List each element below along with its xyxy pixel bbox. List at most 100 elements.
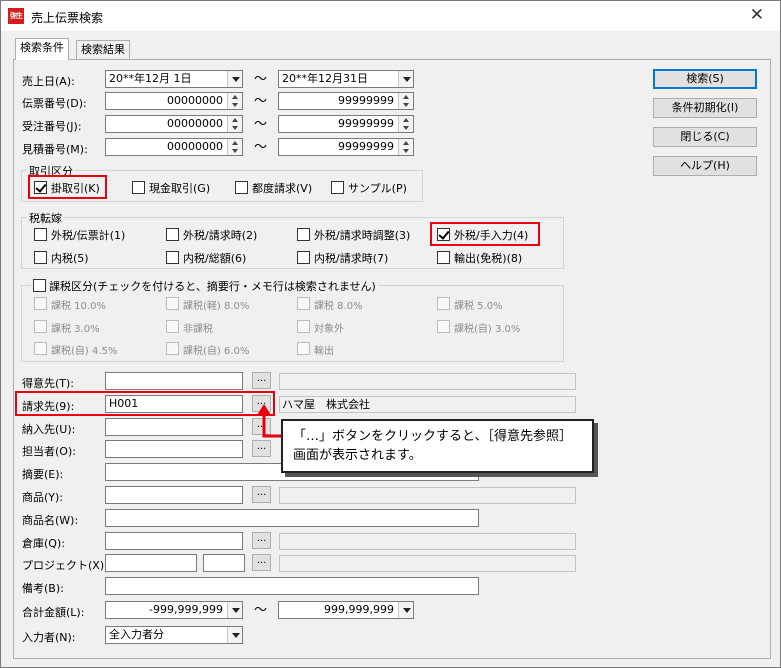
tax-class-checkbox-11 xyxy=(297,342,310,355)
trade-each-invoice-checkbox[interactable] xyxy=(235,181,248,194)
estimate-number-from-spin[interactable]: 00000000 xyxy=(105,138,243,156)
customer-label: 得意先(T): xyxy=(22,377,75,390)
summary-label: 摘要(E): xyxy=(22,468,64,481)
estimate-number-label: 見積番号(M): xyxy=(22,143,88,156)
highlight-box-billing xyxy=(15,391,275,416)
total-amount-from-combo[interactable]: -999,999,999 xyxy=(105,601,243,619)
range-tilde: 〜 xyxy=(254,603,268,618)
tax-class-enable-checkbox[interactable] xyxy=(33,279,46,292)
trade-cash-label: 現金取引(G) xyxy=(149,182,211,195)
tax-class-checkbox-3 xyxy=(297,297,310,310)
close-icon[interactable]: ✕ xyxy=(750,5,764,25)
range-tilde: 〜 xyxy=(254,140,268,155)
delivery-label: 納入先(U): xyxy=(22,423,76,436)
range-tilde: 〜 xyxy=(254,72,268,87)
warehouse-label: 倉庫(Q): xyxy=(22,537,65,550)
estimate-number-to-spin[interactable]: 99999999 xyxy=(278,138,414,156)
search-button[interactable]: 検索(S) xyxy=(653,69,757,89)
spin-arrows-icon[interactable] xyxy=(227,93,242,109)
warehouse-lookup-button[interactable]: ... xyxy=(252,532,271,549)
sales-date-label: 売上日(A): xyxy=(22,75,75,88)
tax-class-checkbox-10 xyxy=(166,342,179,355)
close-button[interactable]: 閉じる(C) xyxy=(653,127,757,147)
tab-search-results[interactable]: 検索結果 xyxy=(76,40,130,60)
tax-class-label-9: 課税(自) 4.5% xyxy=(51,346,118,357)
trade-cash-checkbox[interactable] xyxy=(132,181,145,194)
chevron-down-icon[interactable] xyxy=(227,627,242,643)
customer-name-display xyxy=(279,373,576,390)
tax-class-checkbox-4 xyxy=(437,297,450,310)
tax-inner-total-checkbox[interactable] xyxy=(166,251,179,264)
staff-code-input[interactable] xyxy=(105,440,243,458)
product-code-input[interactable] xyxy=(105,486,243,504)
spin-arrows-icon[interactable] xyxy=(398,116,413,132)
yayoi-app-icon: 弥生 xyxy=(8,8,24,24)
tax-class-label-4: 課税 5.0% xyxy=(454,301,503,312)
project-sub-input[interactable] xyxy=(203,554,245,572)
help-button[interactable]: ヘルプ(H) xyxy=(653,156,757,176)
order-number-to-spin[interactable]: 99999999 xyxy=(278,115,414,133)
chevron-down-icon[interactable] xyxy=(227,71,242,87)
trade-sample-label: サンプル(P) xyxy=(348,182,407,195)
tax-class-label-10: 課税(自) 6.0% xyxy=(183,346,250,357)
spin-arrows-icon[interactable] xyxy=(398,93,413,109)
tax-class-label-2: 課税(軽) 8.0% xyxy=(183,301,250,312)
total-amount-label: 合計金額(L): xyxy=(22,606,85,619)
tax-export-checkbox[interactable] xyxy=(437,251,450,264)
tax-outer-invoice-adjust-checkbox[interactable] xyxy=(297,228,310,241)
delivery-code-input[interactable] xyxy=(105,418,243,436)
chevron-down-icon[interactable] xyxy=(227,602,242,618)
chevron-down-icon[interactable] xyxy=(398,71,413,87)
product-name-input[interactable] xyxy=(105,509,479,527)
sales-date-from-combo[interactable]: 20**年12月 1日 xyxy=(105,70,243,88)
product-label: 商品(Y): xyxy=(22,491,64,504)
warehouse-name-display xyxy=(279,533,576,550)
tax-outer-invoice-checkbox[interactable] xyxy=(166,228,179,241)
remarks-input[interactable] xyxy=(105,577,479,595)
project-code-input[interactable] xyxy=(105,554,197,572)
tax-transfer-title: 税転嫁 xyxy=(27,210,64,226)
tax-inner-checkbox[interactable] xyxy=(34,251,47,264)
total-amount-to-combo[interactable]: 999,999,999 xyxy=(278,601,414,619)
tax-class-checkbox-8 xyxy=(437,320,450,333)
sales-date-to-combo[interactable]: 20**年12月31日 xyxy=(278,70,414,88)
customer-code-input[interactable] xyxy=(105,372,243,390)
product-lookup-button[interactable]: ... xyxy=(252,486,271,503)
search-dialog-window: 弥生 売上伝票検索 ✕ 検索条件 検索結果 売上日(A): 20**年12月 1… xyxy=(0,0,781,668)
tax-outer-invoice-label: 外税/請求時(2) xyxy=(183,229,258,242)
customer-lookup-button[interactable]: ... xyxy=(252,372,271,389)
product-name-display xyxy=(279,487,576,504)
window-title: 売上伝票検索 xyxy=(31,11,104,25)
slip-number-label: 伝票番号(D): xyxy=(22,97,87,110)
tax-class-label-5: 課税 3.0% xyxy=(51,324,100,335)
staff-label: 担当者(O): xyxy=(22,445,76,458)
reset-conditions-button[interactable]: 条件初期化(I) xyxy=(653,98,757,118)
highlight-box-kake xyxy=(28,175,107,199)
tab-search-conditions[interactable]: 検索条件 xyxy=(15,38,69,60)
warehouse-code-input[interactable] xyxy=(105,532,243,550)
tax-class-label-7: 対象外 xyxy=(314,324,344,335)
spin-arrows-icon[interactable] xyxy=(227,116,242,132)
order-number-from-spin[interactable]: 00000000 xyxy=(105,115,243,133)
tax-inner-invoice-checkbox[interactable] xyxy=(297,251,310,264)
spin-arrows-icon[interactable] xyxy=(227,139,242,155)
tax-outer-slip-checkbox[interactable] xyxy=(34,228,47,241)
callout-line-1: 「…」ボタンをクリックすると、［得意先参照］ xyxy=(293,429,572,444)
inputter-combo[interactable]: 全入力者分 xyxy=(105,626,243,644)
tax-class-title: 課税区分(チェックを付けると、摘要行・メモ行は検索されません) xyxy=(31,278,378,294)
tax-class-label-11: 輸出 xyxy=(314,346,334,357)
spin-arrows-icon[interactable] xyxy=(398,139,413,155)
slip-number-to-spin[interactable]: 99999999 xyxy=(278,92,414,110)
slip-number-from-spin[interactable]: 00000000 xyxy=(105,92,243,110)
remarks-label: 備考(B): xyxy=(22,582,64,595)
project-label: プロジェクト(X): xyxy=(22,559,108,572)
tax-class-checkbox-6 xyxy=(166,320,179,333)
tax-outer-invoice-adjust-label: 外税/請求時調整(3) xyxy=(314,229,411,242)
chevron-down-icon[interactable] xyxy=(398,602,413,618)
tax-class-label-6: 非課税 xyxy=(183,324,213,335)
project-name-display xyxy=(279,555,576,572)
product-name-label: 商品名(W): xyxy=(22,514,79,527)
trade-sample-checkbox[interactable] xyxy=(331,181,344,194)
project-lookup-button[interactable]: ... xyxy=(252,554,271,571)
range-tilde: 〜 xyxy=(254,117,268,132)
